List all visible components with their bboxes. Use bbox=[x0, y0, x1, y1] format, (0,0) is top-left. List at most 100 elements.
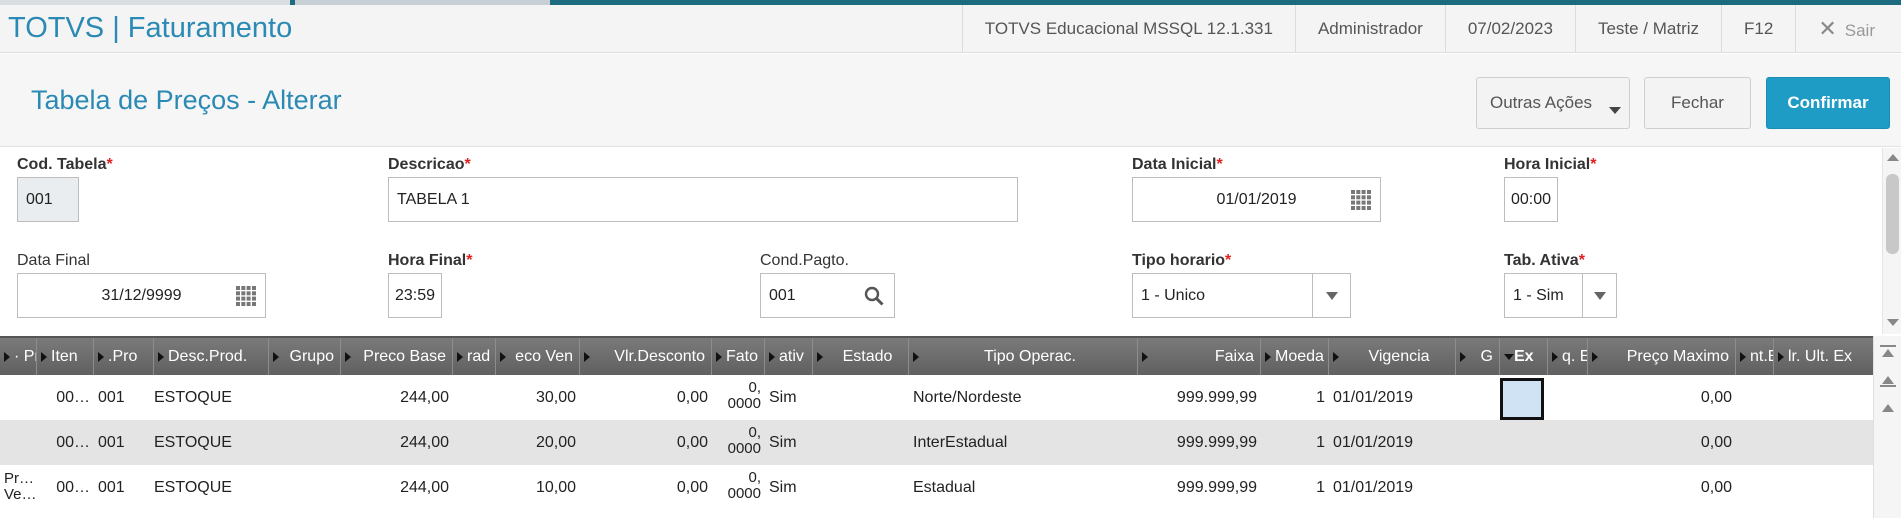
cod-tabela-field[interactable]: 001 bbox=[17, 177, 79, 222]
calendar-icon[interactable] bbox=[236, 286, 256, 306]
cell-currency: 1 bbox=[1316, 389, 1325, 406]
table-row[interactable]: Pr… Ve… 00… 001 ESTOQUE 244,00 10,00 0,00… bbox=[0, 465, 1882, 510]
cell-currency: 1 bbox=[1316, 434, 1325, 451]
chevron-down-icon bbox=[1609, 107, 1621, 114]
tab-ativa-select[interactable]: 1 - Sim bbox=[1504, 273, 1617, 318]
grid-header: · Pr Iten .Pro Desc.Prod. Grupo Preco Ba… bbox=[0, 336, 1882, 375]
data-final-label: Data Final bbox=[17, 252, 90, 269]
column-header[interactable]: Moeda bbox=[1261, 338, 1329, 375]
more-actions-button[interactable]: Outras Ações bbox=[1476, 77, 1630, 129]
exit-button[interactable]: ✕ Sair bbox=[1795, 5, 1901, 53]
column-header[interactable]: Tipo Operac. bbox=[909, 338, 1138, 375]
cell-description: ESTOQUE bbox=[154, 389, 232, 406]
column-header[interactable]: Desc.Prod. bbox=[154, 338, 269, 375]
descricao-field[interactable]: TABELA 1 bbox=[388, 177, 1018, 222]
cell-active: Sim bbox=[769, 389, 797, 406]
column-header[interactable]: · Pr bbox=[0, 338, 37, 375]
form-scrollbar[interactable] bbox=[1882, 148, 1901, 334]
column-header[interactable]: Iten bbox=[37, 338, 94, 375]
scroll-top-icon[interactable] bbox=[1880, 345, 1896, 347]
column-header[interactable]: Fato bbox=[712, 338, 765, 375]
column-header[interactable]: G bbox=[1456, 338, 1500, 375]
help-key[interactable]: F12 bbox=[1721, 5, 1795, 53]
scroll-up-icon[interactable] bbox=[1887, 154, 1899, 161]
column-header[interactable]: Vigencia bbox=[1329, 338, 1456, 375]
column-header[interactable]: Faixa bbox=[1138, 338, 1261, 375]
cell-factor: 0, 0000 bbox=[727, 424, 761, 457]
column-header[interactable]: Grupo bbox=[269, 338, 341, 375]
chevron-down-icon[interactable] bbox=[1312, 274, 1350, 317]
hora-final-field[interactable]: 23:59 bbox=[388, 273, 442, 318]
cell-item: 00… bbox=[56, 479, 90, 496]
cell-base-price: 244,00 bbox=[400, 479, 449, 496]
cell-range: 999.999,99 bbox=[1176, 434, 1257, 451]
search-icon[interactable] bbox=[864, 286, 884, 306]
cell-base-price: 244,00 bbox=[400, 389, 449, 406]
column-header[interactable]: Ex bbox=[1500, 338, 1548, 375]
scroll-top-icon[interactable] bbox=[1882, 349, 1894, 357]
cell-factor: 0, 0000 bbox=[727, 379, 761, 412]
cell-item: 00… bbox=[56, 389, 90, 406]
column-header[interactable]: rad bbox=[453, 338, 496, 375]
tab-ativa-value: 1 - Sim bbox=[1513, 286, 1564, 304]
column-header[interactable]: eco Ven bbox=[496, 338, 580, 375]
column-header[interactable]: lr. Ult. Ex bbox=[1774, 338, 1882, 375]
data-final-field[interactable]: 31/12/9999 bbox=[17, 273, 266, 318]
cell-description: ESTOQUE bbox=[154, 479, 232, 496]
data-final-value: 31/12/9999 bbox=[101, 286, 182, 304]
tab-ativa-label: Tab. Ativa* bbox=[1504, 252, 1585, 269]
selected-cell[interactable] bbox=[1500, 378, 1544, 420]
descricao-label: Descricao* bbox=[388, 156, 471, 173]
calendar-icon[interactable] bbox=[1351, 190, 1371, 210]
scroll-page-up-icon[interactable] bbox=[1882, 376, 1894, 384]
cell-operation-type: Estadual bbox=[913, 479, 976, 496]
exit-label: Sair bbox=[1844, 21, 1875, 40]
data-inicial-field[interactable]: 01/01/2019 bbox=[1132, 177, 1381, 222]
cell-active: Sim bbox=[769, 479, 797, 496]
scroll-up-icon[interactable] bbox=[1882, 404, 1894, 412]
table-row[interactable]: 00… 001 ESTOQUE 244,00 30,00 0,00 0, 0000… bbox=[0, 375, 1882, 420]
column-header[interactable]: Estado bbox=[813, 338, 909, 375]
cell-max-price: 0,00 bbox=[1700, 389, 1732, 406]
cod-tabela-label: Cod. Tabela* bbox=[17, 156, 113, 173]
cell-product: 001 bbox=[98, 434, 125, 451]
cell-sale-price: 20,00 bbox=[535, 434, 576, 451]
chevron-down-icon[interactable] bbox=[1582, 274, 1616, 317]
cell-sale-price: 30,00 bbox=[535, 389, 576, 406]
hora-inicial-field[interactable]: 00:00 bbox=[1504, 177, 1558, 222]
column-header[interactable]: q. E bbox=[1548, 338, 1588, 375]
cell-first: Pr… Ve… bbox=[4, 470, 37, 503]
column-header[interactable]: .Pro bbox=[94, 338, 154, 375]
cond-pagto-label: Cond.Pagto. bbox=[760, 252, 849, 269]
column-header[interactable]: Preço Maximo bbox=[1588, 338, 1736, 375]
cell-operation-type: Norte/Nordeste bbox=[913, 389, 1022, 406]
table-row[interactable]: 00… 001 ESTOQUE 244,00 20,00 0,00 0, 0000… bbox=[0, 420, 1882, 465]
app-header: TOTVS | Faturamento TOTVS Educacional MS… bbox=[0, 5, 1901, 53]
column-header[interactable]: Vlr.Desconto bbox=[580, 338, 712, 375]
data-inicial-value: 01/01/2019 bbox=[1216, 190, 1297, 208]
close-button[interactable]: Fechar bbox=[1644, 77, 1751, 129]
grid-scrollbar[interactable] bbox=[1873, 336, 1901, 518]
scroll-page-up-icon[interactable] bbox=[1880, 385, 1896, 387]
hora-final-label: Hora Final* bbox=[388, 252, 473, 269]
column-header[interactable]: nt.E bbox=[1736, 338, 1774, 375]
column-header[interactable]: Preco Base bbox=[341, 338, 453, 375]
cell-product: 001 bbox=[98, 479, 125, 496]
tipo-horario-select[interactable]: 1 - Unico bbox=[1132, 273, 1351, 318]
price-items-grid: · Pr Iten .Pro Desc.Prod. Grupo Preco Ba… bbox=[0, 336, 1882, 518]
scroll-down-icon[interactable] bbox=[1887, 319, 1899, 326]
column-header[interactable]: ativ bbox=[765, 338, 813, 375]
cond-pagto-field[interactable]: 001 bbox=[760, 273, 895, 318]
tipo-horario-label: Tipo horario* bbox=[1132, 252, 1232, 269]
session-date[interactable]: 07/02/2023 bbox=[1444, 5, 1575, 53]
cell-discount: 0,00 bbox=[676, 434, 708, 451]
cell-max-price: 0,00 bbox=[1700, 434, 1732, 451]
cell-discount: 0,00 bbox=[676, 479, 708, 496]
confirm-button[interactable]: Confirmar bbox=[1766, 77, 1890, 129]
cell-base-price: 244,00 bbox=[400, 434, 449, 451]
data-inicial-label: Data Inicial* bbox=[1132, 156, 1223, 173]
branch-name[interactable]: Teste / Matriz bbox=[1574, 5, 1721, 53]
system-name: TOTVS Educacional MSSQL 12.1.331 bbox=[961, 5, 1295, 53]
scrollbar-thumb[interactable] bbox=[1886, 174, 1899, 254]
user-name[interactable]: Administrador bbox=[1294, 5, 1445, 53]
